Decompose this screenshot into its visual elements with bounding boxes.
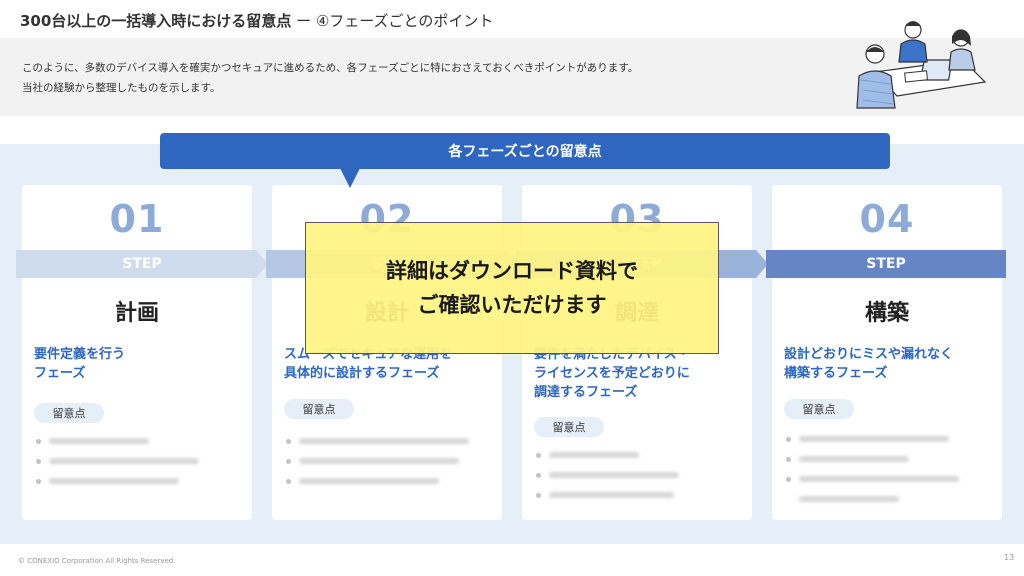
phase-header-banner: 各フェーズごとの留意点 xyxy=(160,133,890,169)
list-item xyxy=(536,445,726,465)
step-description: 設計どおりにミスや漏れなく 構築するフェーズ xyxy=(784,347,954,381)
copyright-footer: © CONEXIO Corporation All Rights Reserve… xyxy=(18,557,176,565)
download-notice-overlay: 詳細はダウンロード資料で ご確認いただけます xyxy=(305,222,719,354)
caution-badge: 留意点 xyxy=(284,399,354,419)
title-main: 300台以上の一括導入時における留意点 xyxy=(20,12,292,30)
page-number: 13 xyxy=(1004,553,1015,562)
step-arrow-01: STEP xyxy=(16,250,268,278)
list-item xyxy=(36,471,226,491)
list-item xyxy=(786,449,976,469)
blurred-points xyxy=(36,431,226,491)
step-card-01: 01 計画 要件定義を行う フェーズ 留意点 xyxy=(22,185,252,520)
list-item xyxy=(36,431,226,451)
step-name: 構築 xyxy=(864,301,909,326)
blurred-points xyxy=(536,445,726,505)
step-name: 計画 xyxy=(114,301,159,326)
step-number: 04 xyxy=(859,197,915,241)
list-item xyxy=(536,465,726,485)
list-item xyxy=(536,485,726,505)
caution-badge: 留意点 xyxy=(784,399,854,419)
caution-badge: 留意点 xyxy=(534,417,604,437)
caution-badge: 留意点 xyxy=(34,403,104,423)
list-item xyxy=(286,471,476,491)
step-description: 要件定義を行う フェーズ xyxy=(34,347,126,381)
list-item xyxy=(786,489,976,509)
title-sub: ー ④フェーズごとのポイント xyxy=(291,12,494,30)
step-card-04: 04 構築 設計どおりにミスや漏れなく 構築するフェーズ 留意点 xyxy=(772,185,1002,520)
intro-line-2: 当社の経験から整理したものを示します。 xyxy=(22,82,221,94)
people-meeting-illustration xyxy=(856,21,987,109)
list-item xyxy=(36,451,226,471)
banner-pointer xyxy=(340,168,360,188)
intro-line-1: このように、多数のデバイス導入を確実かつセキュアに進めるため、各フェーズごとに特… xyxy=(22,62,639,74)
list-item xyxy=(286,451,476,471)
list-item xyxy=(286,431,476,451)
list-item xyxy=(786,429,976,449)
blurred-points xyxy=(786,429,976,509)
overlay-line-1: 詳細はダウンロード資料で xyxy=(386,259,638,283)
list-item xyxy=(786,469,976,489)
overlay-line-2: ご確認いただけます xyxy=(417,293,607,317)
step-number: 01 xyxy=(109,197,165,241)
slide-title: 300台以上の一括導入時における留意点 ー ④フェーズごとのポイント xyxy=(20,10,493,31)
step-arrow-04: STEP xyxy=(766,250,1006,278)
blurred-points xyxy=(286,431,476,491)
